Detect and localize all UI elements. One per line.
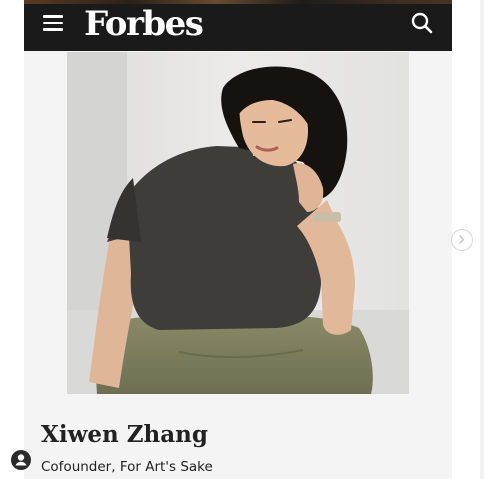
- hamburger-menu-icon[interactable]: [43, 15, 63, 31]
- forbes-logo[interactable]: Forbes: [84, 2, 204, 46]
- search-icon[interactable]: [410, 11, 434, 35]
- profile-photo: [67, 52, 409, 394]
- top-image-strip: [24, 0, 452, 4]
- profile-name: Xiwen Zhang: [41, 421, 208, 448]
- forbes-header: Forbes: [24, 0, 452, 51]
- chevron-right-icon: [459, 235, 465, 244]
- next-slide-button[interactable]: [451, 229, 473, 251]
- right-edge-strip: [480, 0, 484, 479]
- article-card: Forbes Xiwen Zhang Cofounder, For Art's …: [24, 0, 452, 479]
- screenshot-stage: Forbes Xiwen Zhang Cofounder, For Art's …: [0, 0, 484, 479]
- profile-title: Cofounder, For Art's Sake: [41, 459, 213, 475]
- account-circle-icon[interactable]: [10, 449, 32, 471]
